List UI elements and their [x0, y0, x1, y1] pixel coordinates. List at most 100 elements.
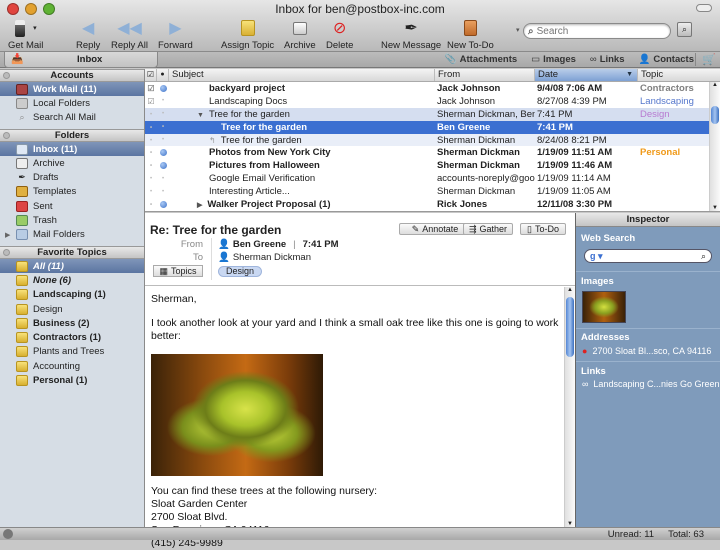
sender-name[interactable]: Ben Greene	[233, 239, 286, 250]
oak-leaves-photo[interactable]	[151, 354, 323, 476]
web-search-field[interactable]: g ▾ ⌕	[584, 249, 712, 263]
search-field[interactable]: ⌕	[523, 23, 671, 39]
reply-button[interactable]: ◀ Reply	[76, 18, 100, 51]
subject-column-header[interactable]: Subject	[169, 69, 435, 81]
sidebar-item-mail-folders[interactable]: ▶ Mail Folders	[0, 228, 144, 242]
message-row[interactable]: • • ↰ Tree for the garden Sherman Dickman 8/2…	[145, 133, 720, 147]
archive-button[interactable]: Archive	[284, 18, 316, 51]
message-row[interactable]: • • Interesting Article... Sherman Dickman 1…	[145, 185, 720, 198]
from-column-header[interactable]: From	[435, 69, 535, 81]
sidebar-topic-plants-and-trees[interactable]: Plants and Trees	[0, 345, 144, 359]
store-cart-icon[interactable]: 🛒	[695, 53, 716, 66]
collapse-triangle-icon[interactable]: ▶	[197, 202, 202, 209]
todo-dot[interactable]: •	[150, 125, 152, 131]
todo-dot[interactable]: •	[150, 163, 152, 169]
scroll-up-icon[interactable]: ▲	[712, 82, 718, 88]
topic-tag-design[interactable]: Design	[218, 266, 262, 277]
sidebar-topic-contractors[interactable]: Contractors (1)	[0, 330, 144, 344]
todo-checkbox-icon[interactable]: ☑	[147, 97, 154, 106]
filter-contacts[interactable]: 👤 Contacts	[639, 54, 695, 65]
sidebar-item-drafts[interactable]: ✒ Drafts	[0, 170, 144, 184]
sidebar-item-archive[interactable]: Archive	[0, 156, 144, 170]
reader-scrollbar[interactable]: ▲ ▼	[564, 287, 575, 527]
message-row[interactable]: • • Google Email Verification accounts-nore…	[145, 172, 720, 185]
message-row[interactable]: • Photos from New York City Sherman Dickma…	[145, 146, 720, 159]
read-column-header[interactable]: ●	[157, 69, 169, 81]
todo-dot[interactable]: •	[150, 112, 152, 118]
sidebar-item-sent[interactable]: Sent	[0, 199, 144, 213]
tab-inbox[interactable]: 📥 Inbox	[4, 52, 158, 68]
message-row[interactable]: ☑ • Landscaping Docs Jack Johnson 8/27/08 4:…	[145, 95, 720, 108]
message-row[interactable]: • ▶ Walker Project Proposal (1) Rick Jones 1…	[145, 198, 720, 211]
image-thumbnail[interactable]	[582, 291, 626, 323]
collapse-icon[interactable]	[3, 72, 10, 79]
read-dot[interactable]: •	[162, 111, 164, 117]
sidebar-topic-personal[interactable]: Personal (1)	[0, 373, 144, 387]
advanced-search-button[interactable]: ⌕	[677, 22, 692, 37]
search-scope-dropdown[interactable]: ▾	[516, 26, 520, 34]
google-icon[interactable]: g ▾	[590, 251, 603, 262]
unread-dot-icon[interactable]	[159, 200, 167, 208]
expand-triangle-icon[interactable]: ▼	[197, 112, 204, 119]
date-column-header[interactable]: Date ▼	[535, 69, 638, 81]
sidebar-item-work-mail[interactable]: Work Mail (11)	[0, 82, 144, 97]
todo-button[interactable]: ▯ To-Do	[520, 223, 566, 235]
scroll-up-icon[interactable]: ▲	[567, 287, 573, 293]
new-message-button[interactable]: ✒ New Message	[381, 18, 441, 51]
delete-button[interactable]: ⊘ Delete	[326, 18, 353, 51]
sidebar-item-local-folders[interactable]: Local Folders	[0, 96, 144, 110]
search-input[interactable]	[536, 25, 657, 37]
read-dot[interactable]: •	[162, 189, 164, 195]
disclosure-triangle-icon[interactable]: ▶	[5, 231, 10, 239]
todo-checkbox-icon[interactable]: ☑	[147, 84, 154, 93]
activity-globe-icon[interactable]	[3, 529, 13, 539]
forward-button[interactable]: ▶ Forward	[158, 18, 193, 51]
todo-dot[interactable]: •	[150, 150, 152, 156]
read-dot[interactable]: •	[162, 176, 164, 182]
filter-attachments[interactable]: 📎 Attachments	[445, 54, 517, 65]
sidebar-topic-all[interactable]: All (11)	[0, 258, 144, 274]
message-row[interactable]: • Pictures from Halloween Sherman Dickman 1…	[145, 159, 720, 172]
scroll-down-icon[interactable]: ▼	[712, 205, 718, 211]
read-dot[interactable]: •	[162, 137, 164, 143]
sidebar-topic-business[interactable]: Business (2)	[0, 316, 144, 330]
web-link[interactable]: ∞ Landscaping C...nies Go Green	[582, 379, 720, 389]
reply-all-button[interactable]: ◀◀ Reply All	[111, 18, 148, 51]
recipient-name[interactable]: Sherman Dickman	[233, 252, 311, 263]
favorite-topics-header[interactable]: Favorite Topics	[0, 245, 144, 259]
unread-dot-icon[interactable]	[159, 84, 167, 92]
todo-dot[interactable]: •	[150, 189, 152, 195]
annotate-button[interactable]: ✎ Annotate	[399, 223, 471, 235]
unread-dot-icon[interactable]	[159, 149, 167, 157]
filter-links[interactable]: ∞ Links	[590, 54, 625, 65]
message-list-scrollbar[interactable]: ▲ ▼	[709, 82, 720, 211]
toolbar-toggle-button[interactable]	[696, 4, 712, 12]
get-mail-button[interactable]: ▾ Get Mail	[8, 18, 43, 51]
sidebar-topic-landscaping[interactable]: Landscaping (1)	[0, 288, 144, 302]
read-dot[interactable]: •	[162, 98, 164, 104]
gather-button[interactable]: ⇶ Gather	[463, 223, 513, 235]
topics-button[interactable]: ▦ Topics	[153, 265, 203, 277]
folders-header[interactable]: Folders	[0, 128, 144, 142]
scroll-thumb[interactable]	[566, 297, 574, 357]
magnifier-icon[interactable]: ⌕	[701, 251, 706, 262]
sidebar-item-trash[interactable]: Trash	[0, 213, 144, 227]
sidebar-item-templates[interactable]: Templates	[0, 185, 144, 199]
message-row[interactable]: • • ▼ Tree for the garden Sherman Dickman, B…	[145, 107, 720, 121]
read-dot[interactable]: •	[162, 124, 164, 130]
todo-column-header[interactable]: ☑	[145, 69, 157, 81]
collapse-icon[interactable]	[3, 248, 10, 256]
message-row[interactable]: • • Tree for the garden Ben Greene 7:41 PM	[145, 120, 720, 134]
sidebar-item-inbox[interactable]: Inbox (11)	[0, 141, 144, 157]
assign-topic-button[interactable]: Assign Topic	[221, 18, 274, 51]
sidebar-topic-none[interactable]: None (6)	[0, 273, 144, 287]
topic-column-header[interactable]: Topic	[638, 69, 708, 81]
unread-dot-icon[interactable]	[159, 162, 167, 170]
collapse-icon[interactable]	[3, 131, 10, 139]
sidebar-item-search-all-mail[interactable]: ⌕ Search All Mail	[0, 111, 144, 125]
sidebar-topic-design[interactable]: Design	[0, 302, 144, 316]
address-link[interactable]: ● 2700 Sloat Bl...sco, CA 94116	[582, 346, 711, 356]
filter-images[interactable]: ▭ Images	[531, 54, 576, 65]
todo-dot[interactable]: •	[150, 138, 152, 144]
todo-dot[interactable]: •	[150, 176, 152, 182]
